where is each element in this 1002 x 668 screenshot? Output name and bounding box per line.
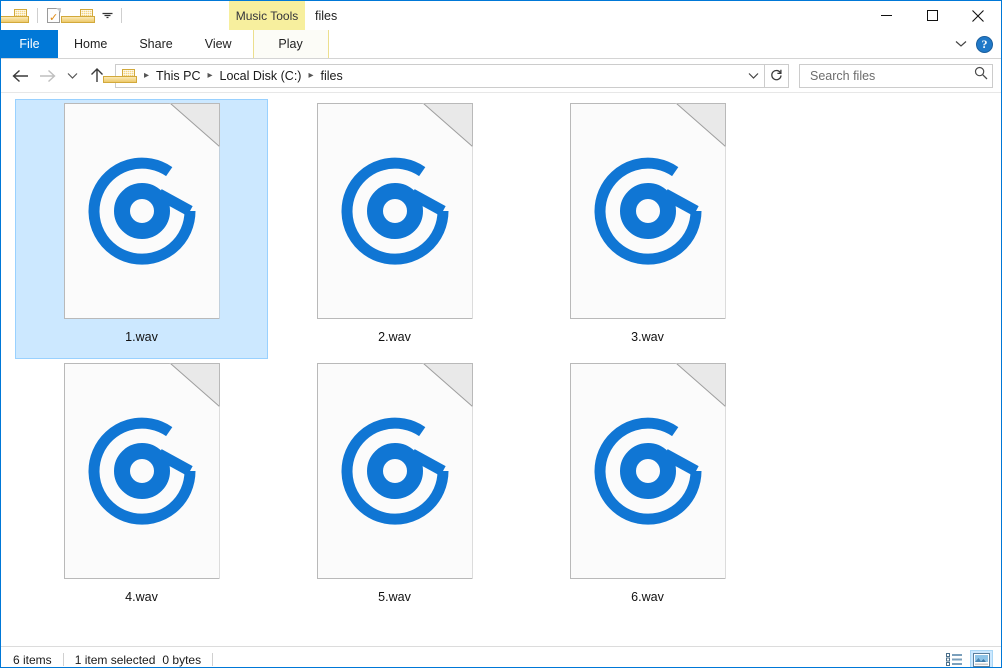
tab-home-label: Home [74, 37, 107, 51]
status-divider [63, 653, 64, 666]
chevron-down-icon[interactable] [948, 31, 974, 57]
window-title: files [315, 1, 337, 30]
details-view-button[interactable] [943, 650, 966, 668]
forward-button [34, 63, 61, 89]
folder-icon[interactable] [10, 5, 32, 27]
breadcrumb-separator[interactable]: ▸ [140, 70, 153, 81]
file-name-label: 4.wav [125, 590, 158, 604]
view-mode-buttons [943, 647, 993, 668]
breadcrumb-item-this-pc[interactable]: This PC [153, 69, 203, 83]
wav-file-icon [64, 103, 220, 321]
tab-view-label: View [205, 37, 232, 51]
wav-file-icon [64, 363, 220, 581]
wav-file-icon [570, 103, 726, 321]
chevron-down-icon[interactable] [742, 65, 764, 87]
back-button[interactable] [7, 63, 34, 89]
file-name-label: 2.wav [378, 330, 411, 344]
window-title-text: files [315, 9, 337, 23]
qat-divider-1 [37, 8, 38, 23]
tab-share[interactable]: Share [123, 30, 188, 58]
file-list-area[interactable]: 1.wav 2.wav 3.wav 4.wav 5.wav 6.wav [1, 92, 1001, 646]
breadcrumb[interactable]: ▸ This PC ▸ Local Disk (C:) ▸ files [115, 64, 765, 88]
breadcrumb-item-local-disk[interactable]: Local Disk (C:) [217, 69, 305, 83]
status-selection: 1 item selected [75, 653, 156, 667]
maximize-button[interactable] [909, 1, 955, 30]
tab-home[interactable]: Home [58, 30, 123, 58]
file-tile[interactable]: 3.wav [521, 99, 774, 359]
wav-file-icon [317, 103, 473, 321]
search-icon[interactable] [974, 66, 988, 85]
file-tile[interactable]: 4.wav [15, 359, 268, 619]
ribbon-tab-strip: File Home Share View Play ? [1, 30, 1001, 59]
address-bar: ▸ This PC ▸ Local Disk (C:) ▸ files [1, 59, 1001, 92]
help-icon[interactable]: ? [976, 36, 993, 53]
customize-caret-icon[interactable] [98, 5, 116, 27]
search-input[interactable] [808, 68, 974, 84]
file-name-label: 3.wav [631, 330, 664, 344]
title-bar: ✓ Music Tools files [1, 1, 1001, 30]
folder-icon [122, 68, 137, 83]
wav-file-icon [317, 363, 473, 581]
contextual-tools-label: Music Tools [236, 9, 298, 23]
close-button[interactable] [955, 1, 1001, 30]
large-icons-view-button[interactable] [970, 650, 993, 668]
minimize-button[interactable] [863, 1, 909, 30]
tab-file-label: File [19, 37, 39, 51]
file-tile[interactable]: 6.wav [521, 359, 774, 619]
breadcrumb-separator[interactable]: ▸ [304, 70, 317, 81]
status-item-count: 6 items [13, 653, 52, 667]
file-name-label: 1.wav [125, 330, 158, 344]
breadcrumb-item-files[interactable]: files [318, 69, 346, 83]
status-size: 0 bytes [162, 653, 201, 667]
contextual-tools-header: Music Tools [229, 1, 305, 30]
quick-access-toolbar: ✓ [1, 1, 127, 30]
tab-share-label: Share [139, 37, 172, 51]
wav-file-icon [570, 363, 726, 581]
search-box[interactable] [799, 64, 993, 88]
refresh-button[interactable] [765, 64, 789, 88]
new-folder-icon[interactable] [76, 5, 98, 27]
file-name-label: 6.wav [631, 590, 664, 604]
help-icon-label: ? [982, 37, 988, 52]
tab-view[interactable]: View [189, 30, 248, 58]
tab-play-label: Play [278, 37, 302, 51]
file-tile[interactable]: 5.wav [268, 359, 521, 619]
ribbon-controls: ? [948, 30, 1001, 58]
icon-grid: 1.wav 2.wav 3.wav 4.wav 5.wav 6.wav [15, 99, 1001, 619]
status-divider [212, 653, 213, 666]
recent-locations-button[interactable] [61, 63, 83, 89]
qat-divider-3 [121, 8, 122, 23]
status-bar: 6 items 1 item selected 0 bytes [1, 646, 1001, 668]
file-tile[interactable]: 1.wav [15, 99, 268, 359]
file-name-label: 5.wav [378, 590, 411, 604]
tab-file[interactable]: File [1, 30, 58, 58]
file-explorer-window: ✓ Music Tools files [0, 0, 1002, 668]
tab-play[interactable]: Play [253, 30, 329, 58]
breadcrumb-separator[interactable]: ▸ [203, 70, 216, 81]
file-tile[interactable]: 2.wav [268, 99, 521, 359]
window-controls [863, 1, 1001, 30]
